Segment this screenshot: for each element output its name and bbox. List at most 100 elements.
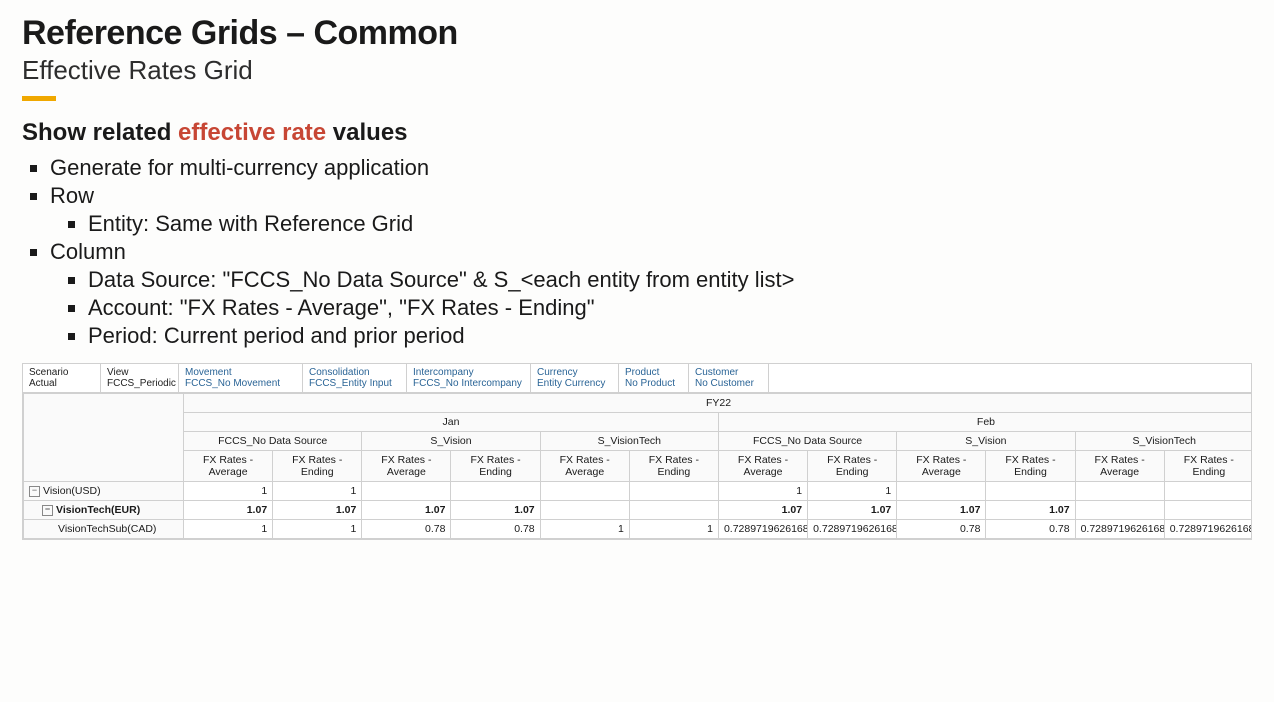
data-grid: FY22JanFebFCCS_No Data SourceS_VisionS_V… — [23, 393, 1252, 539]
pov-value: FCCS_Periodic — [107, 378, 172, 389]
data-cell[interactable]: 1.07 — [451, 501, 540, 520]
collapse-icon[interactable]: − — [42, 505, 53, 516]
account-header: FX Rates - Average — [362, 451, 451, 482]
list-item: Account: "FX Rates - Average", "FX Rates… — [88, 295, 1252, 321]
pov-label: Customer — [695, 367, 762, 378]
source-header: FCCS_No Data Source — [184, 432, 362, 451]
data-cell[interactable] — [362, 482, 451, 501]
source-header: S_VisionTech — [1075, 432, 1252, 451]
collapse-icon[interactable]: − — [29, 486, 40, 497]
data-cell[interactable]: 1.07 — [718, 501, 807, 520]
pov-cell[interactable]: ConsolidationFCCS_Entity Input — [303, 364, 407, 392]
data-cell[interactable] — [451, 482, 540, 501]
pov-value: No Customer — [695, 378, 762, 389]
data-cell[interactable] — [897, 482, 986, 501]
data-cell[interactable]: 1.07 — [273, 501, 362, 520]
list-item: Column Data Source: "FCCS_No Data Source… — [50, 239, 1252, 349]
heading-emphasis: effective rate — [178, 119, 326, 146]
year-header: FY22 — [184, 394, 1253, 413]
pov-value: Entity Currency — [537, 378, 612, 389]
pov-cell[interactable]: ProductNo Product — [619, 364, 689, 392]
pov-label: View — [107, 367, 172, 378]
table-row: −VisionTech(EUR)1.071.071.071.071.071.07… — [24, 501, 1253, 520]
list-item: Period: Current period and prior period — [88, 323, 1252, 349]
data-cell[interactable] — [540, 482, 629, 501]
pov-cell[interactable]: ViewFCCS_Periodic — [101, 364, 179, 392]
list-item-label: Row — [50, 183, 94, 208]
account-header: FX Rates - Ending — [986, 451, 1075, 482]
data-cell[interactable]: 1 — [184, 520, 273, 539]
account-header: FX Rates - Ending — [1164, 451, 1252, 482]
pov-cell[interactable]: MovementFCCS_No Movement — [179, 364, 303, 392]
pov-value: No Product — [625, 378, 682, 389]
data-cell[interactable] — [1075, 482, 1164, 501]
grid-container: ScenarioActualViewFCCS_PeriodicMovementF… — [22, 363, 1252, 540]
pov-cell[interactable]: ScenarioActual — [23, 364, 101, 392]
pov-label: Scenario — [29, 367, 94, 378]
pov-value: FCCS_No Movement — [185, 378, 296, 389]
list-item-label: Column — [50, 239, 126, 264]
data-cell[interactable]: 0.78 — [362, 520, 451, 539]
data-cell[interactable]: 0.78 — [986, 520, 1075, 539]
pov-cell[interactable]: CustomerNo Customer — [689, 364, 769, 392]
data-cell[interactable]: 0.78 — [451, 520, 540, 539]
account-header: FX Rates - Average — [1075, 451, 1164, 482]
data-cell[interactable]: 1.07 — [986, 501, 1075, 520]
source-header: S_Vision — [897, 432, 1075, 451]
data-cell[interactable]: 1 — [808, 482, 897, 501]
data-cell[interactable]: 1 — [184, 482, 273, 501]
pov-value: Actual — [29, 378, 94, 389]
account-header: FX Rates - Average — [540, 451, 629, 482]
list-item: Data Source: "FCCS_No Data Source" & S_<… — [88, 267, 1252, 293]
data-cell[interactable] — [629, 482, 718, 501]
section-heading: Show related effective rate values — [22, 119, 1252, 147]
data-cell[interactable]: 1.07 — [184, 501, 273, 520]
data-cell[interactable] — [1164, 482, 1252, 501]
data-cell[interactable]: 0.7289719626168 — [1164, 520, 1252, 539]
data-cell[interactable] — [1164, 501, 1252, 520]
page-title: Reference Grids – Common — [22, 14, 1252, 53]
data-cell[interactable] — [986, 482, 1075, 501]
row-label-text: VisionTech(EUR) — [56, 504, 140, 516]
table-row: −Vision(USD)1111 — [24, 482, 1253, 501]
data-cell[interactable]: 1 — [629, 520, 718, 539]
data-cell[interactable]: 1 — [273, 520, 362, 539]
source-header: FCCS_No Data Source — [718, 432, 896, 451]
data-cell[interactable]: 1.07 — [897, 501, 986, 520]
accent-bar — [22, 96, 56, 101]
account-header: FX Rates - Average — [184, 451, 273, 482]
data-cell[interactable]: 0.7289719626168 — [718, 520, 807, 539]
heading-post: values — [326, 119, 407, 146]
data-cell[interactable]: 1.07 — [362, 501, 451, 520]
pov-cell[interactable]: CurrencyEntity Currency — [531, 364, 619, 392]
data-cell[interactable]: 1 — [540, 520, 629, 539]
account-header: FX Rates - Ending — [451, 451, 540, 482]
bullet-list: Generate for multi-currency application … — [22, 155, 1252, 349]
data-cell[interactable]: 0.78 — [897, 520, 986, 539]
source-header: S_Vision — [362, 432, 540, 451]
account-header: FX Rates - Ending — [273, 451, 362, 482]
row-label[interactable]: −Vision(USD) — [24, 482, 184, 501]
data-cell[interactable]: 0.7289719626168 — [1075, 520, 1164, 539]
pov-bar: ScenarioActualViewFCCS_PeriodicMovementF… — [23, 364, 1251, 393]
data-cell[interactable]: 1 — [718, 482, 807, 501]
data-cell[interactable]: 1.07 — [808, 501, 897, 520]
pov-label: Intercompany — [413, 367, 524, 378]
data-cell[interactable] — [629, 501, 718, 520]
row-label[interactable]: −VisionTech(EUR) — [24, 501, 184, 520]
row-label[interactable]: VisionTechSub(CAD) — [24, 520, 184, 539]
pov-cell[interactable]: IntercompanyFCCS_No Intercompany — [407, 364, 531, 392]
pov-label: Consolidation — [309, 367, 400, 378]
pov-value: FCCS_No Intercompany — [413, 378, 524, 389]
data-cell[interactable] — [1075, 501, 1164, 520]
table-row: VisionTechSub(CAD)110.780.78110.72897196… — [24, 520, 1253, 539]
pov-value: FCCS_Entity Input — [309, 378, 400, 389]
account-header: FX Rates - Average — [718, 451, 807, 482]
data-cell[interactable]: 0.7289719626168 — [808, 520, 897, 539]
data-cell[interactable]: 1 — [273, 482, 362, 501]
month-header: Jan — [184, 413, 719, 432]
account-header: FX Rates - Ending — [808, 451, 897, 482]
account-header: FX Rates - Average — [897, 451, 986, 482]
row-label-text: Vision(USD) — [43, 485, 101, 497]
data-cell[interactable] — [540, 501, 629, 520]
